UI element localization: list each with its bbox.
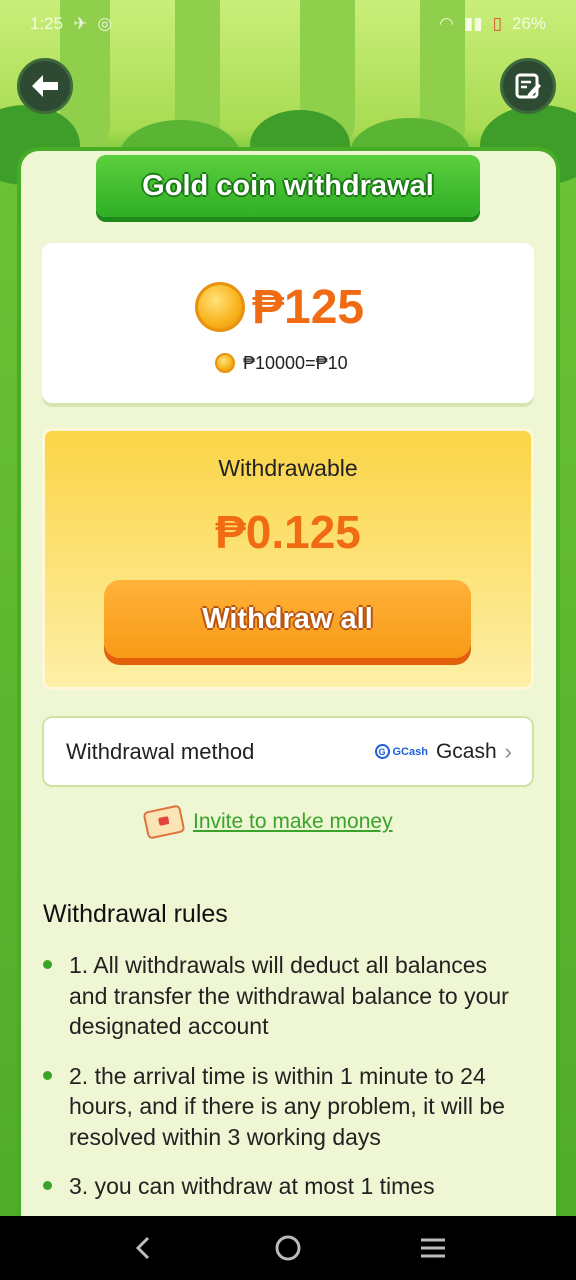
rule-item: 1. All withdrawals will deduct all balan… [40, 950, 530, 1042]
rule-item: 3. you can withdraw at most 1 times [40, 1171, 530, 1202]
nav-home-button[interactable] [263, 1223, 313, 1273]
rules-list: 1. All withdrawals will deduct all balan… [40, 950, 530, 1216]
rules-viewport: Withdrawal rules 1. All withdrawals will… [0, 0, 576, 1216]
rule-item: 2. the arrival time is within 1 minute t… [40, 1061, 530, 1153]
chevron-left-icon [135, 1236, 149, 1260]
nav-back-button[interactable] [118, 1223, 168, 1273]
nav-recents-button[interactable] [408, 1223, 458, 1273]
system-nav-bar [0, 1216, 576, 1280]
home-circle-icon [275, 1235, 301, 1261]
rules-title: Withdrawal rules [43, 900, 228, 928]
menu-icon [421, 1238, 446, 1258]
